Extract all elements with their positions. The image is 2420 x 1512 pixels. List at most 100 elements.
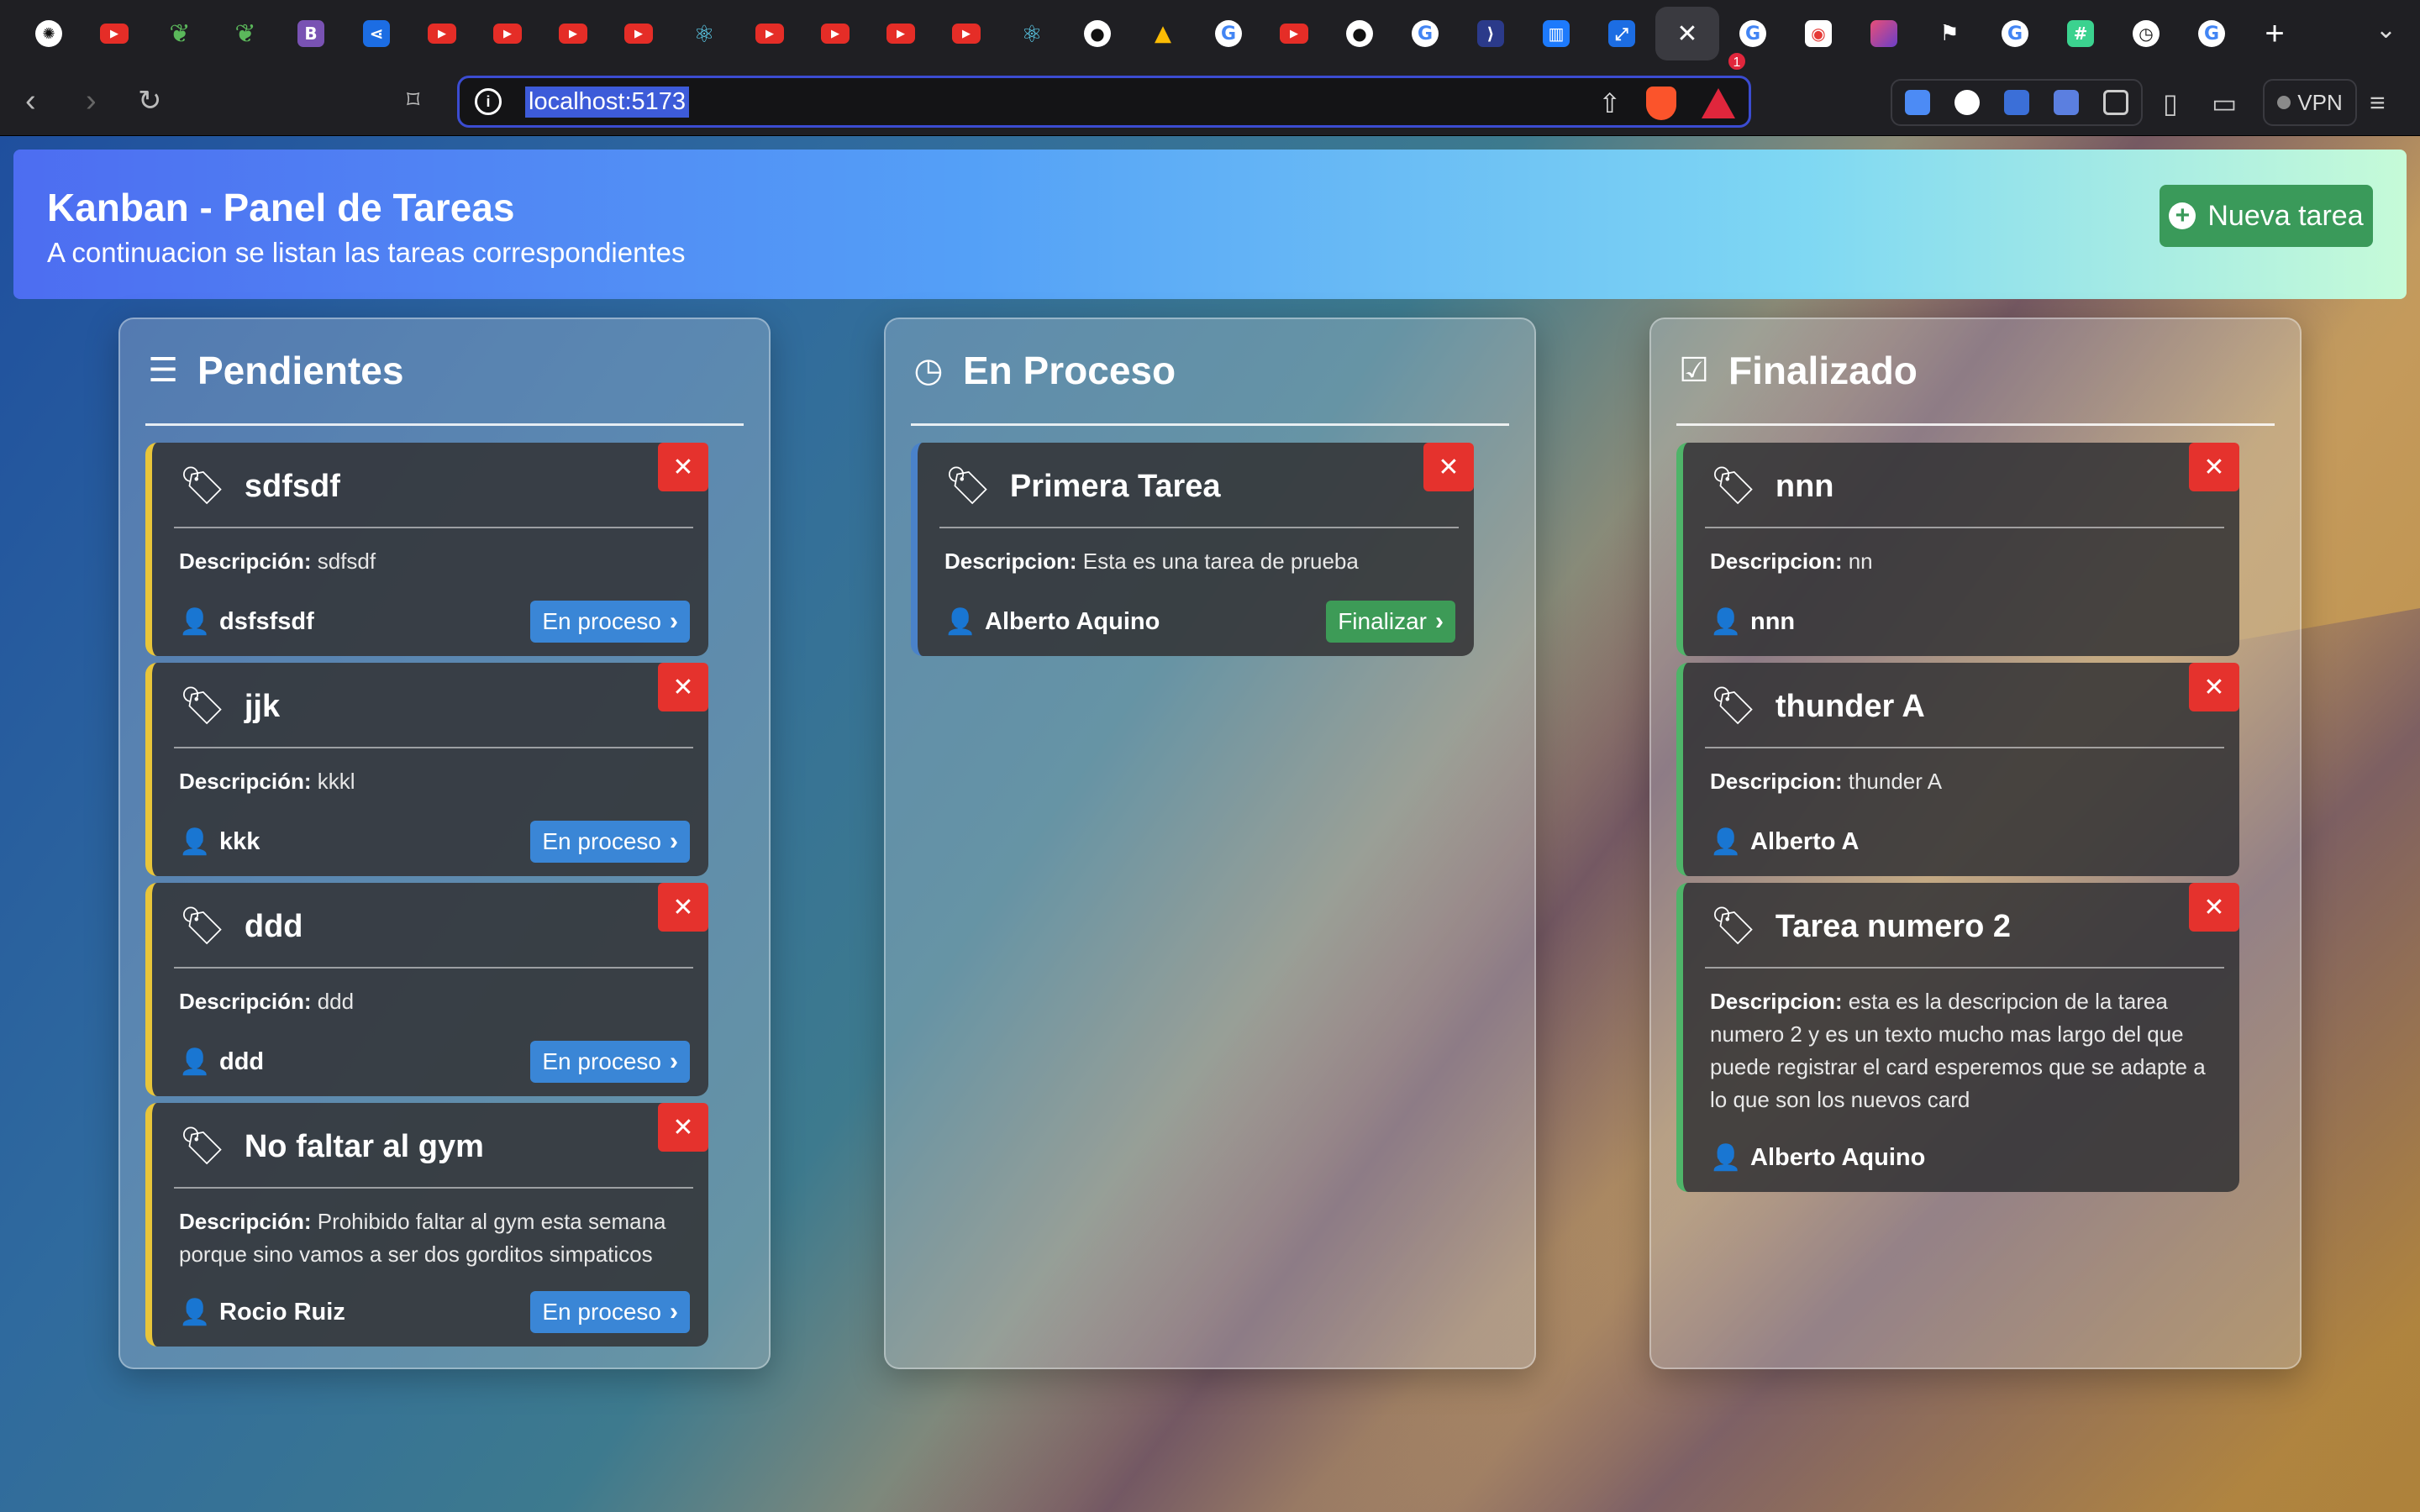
delete-task-button[interactable]: ✕ — [658, 883, 708, 932]
google-drive-icon: ▲ — [1155, 21, 1171, 46]
brave-rewards-icon[interactable]: 1 — [1702, 51, 1747, 118]
delete-task-button[interactable]: ✕ — [2189, 883, 2239, 932]
share-icon[interactable]: ⇧ — [1598, 87, 1621, 119]
wallet-icon[interactable]: ▭ — [2212, 87, 2237, 119]
move-to-in-progress-button[interactable]: En proceso › — [530, 821, 690, 863]
browser-tab[interactable]: G — [1983, 7, 2047, 60]
task-card: ✕ 🏷 No faltar al gym Descripción: Prohibido… — [145, 1103, 708, 1347]
user-icon: 👤 — [179, 607, 211, 636]
browser-tab[interactable]: # — [2049, 7, 2112, 60]
browser-tab[interactable]: ● — [1328, 7, 1392, 60]
delete-task-button[interactable]: ✕ — [658, 663, 708, 711]
finalize-button[interactable]: Finalizar › — [1326, 601, 1455, 643]
browser-tab[interactable]: ● — [1065, 7, 1129, 60]
new-tab-button[interactable]: + — [2245, 15, 2304, 53]
browser-tab[interactable]: ❦ — [148, 7, 212, 60]
browser-tab[interactable]: ▶ — [476, 7, 539, 60]
browser-tab[interactable]: B — [279, 7, 343, 60]
browser-tab[interactable]: ⚑ — [1918, 7, 1981, 60]
trello-icon: ▥ — [1543, 20, 1570, 47]
delete-task-button[interactable]: ✕ — [658, 1103, 708, 1152]
task-assignee: Alberto Aquino — [985, 607, 1160, 635]
browser-tab[interactable]: ▲ — [1131, 7, 1195, 60]
close-icon[interactable]: ✕ — [1676, 19, 1697, 49]
browser-tab[interactable]: ▶ — [934, 7, 998, 60]
browser-tab[interactable]: ▥ — [1524, 7, 1588, 60]
column-header: ☰ Pendientes — [145, 348, 403, 393]
reload-icon[interactable]: ↻ — [138, 84, 162, 118]
browser-tab[interactable]: ▶ — [738, 7, 802, 60]
task-description: Descripcion: nn — [1710, 545, 2206, 578]
browser-tab[interactable]: ▶ — [410, 7, 474, 60]
browser-tab[interactable]: ✕ — [1655, 7, 1719, 60]
task-header: 🏷 Tarea numero 2 — [1710, 908, 2011, 945]
bookmark-icon[interactable]: ⌑ — [407, 84, 419, 118]
move-to-in-progress-button[interactable]: En proceso › — [530, 601, 690, 643]
extension-screenshot-icon[interactable] — [2003, 90, 2029, 115]
tags-icon: 🏷 — [944, 465, 992, 507]
youtube-icon: ▶ — [821, 24, 850, 44]
browser-tab[interactable]: ⟩ — [1459, 7, 1523, 60]
tags-icon: 🏷 — [179, 685, 226, 727]
browser-tab[interactable]: ▶ — [607, 7, 671, 60]
gradient-app-icon — [1870, 20, 1897, 47]
move-to-in-progress-button[interactable]: En proceso › — [530, 1291, 690, 1333]
browser-tab[interactable]: G — [1393, 7, 1457, 60]
menu-icon[interactable]: ≡ — [2370, 87, 2386, 118]
forward-arrow-icon[interactable]: › — [86, 84, 97, 118]
brave-shields-icon[interactable] — [1646, 87, 1676, 120]
extension-circle-icon[interactable] — [1954, 90, 1980, 115]
browser-tab[interactable]: ▶ — [869, 7, 933, 60]
browser-tab[interactable]: ⚛ — [672, 7, 736, 60]
task-description: Descripción: sdfsdf — [179, 545, 675, 578]
url-text[interactable]: localhost:5173 — [525, 86, 690, 118]
task-assignee: Rocio Ruiz — [219, 1298, 345, 1326]
vpn-button[interactable]: VPN — [2263, 79, 2357, 126]
task-title: ddd — [244, 908, 303, 944]
column-divider — [911, 423, 1509, 426]
browser-tab[interactable]: ▶ — [1262, 7, 1326, 60]
browser-tab[interactable]: G — [2180, 7, 2244, 60]
link-icon: ⤢ — [1608, 20, 1635, 47]
move-button-label: En proceso — [542, 828, 661, 854]
move-to-in-progress-button[interactable]: En proceso › — [530, 1041, 690, 1083]
extension-fi-icon[interactable] — [2054, 90, 2080, 115]
browser-tab[interactable]: ⤢ — [1590, 7, 1654, 60]
extension-doc-icon[interactable] — [1904, 90, 1930, 115]
description-label: Descripción: — [179, 1209, 312, 1234]
tags-icon: 🏷 — [179, 465, 226, 507]
browser-tab[interactable]: ◷ — [2114, 7, 2178, 60]
browser-tab[interactable]: ▶ — [541, 7, 605, 60]
google-icon: G — [1215, 20, 1242, 47]
browser-tab[interactable]: ✺ — [17, 7, 81, 60]
tab-list-chevron-icon[interactable]: ⌄ — [2375, 15, 2396, 45]
task-footer: 👤 Alberto A — [1710, 821, 2221, 863]
sidebar-icon[interactable]: ▯ — [2163, 87, 2178, 119]
task-header: 🏷 nnn — [1710, 468, 1834, 505]
browser-tab[interactable]: ❦ — [213, 7, 277, 60]
column-title: En Proceso — [963, 349, 1176, 392]
column-divider — [1676, 423, 2275, 426]
browser-tab[interactable]: G — [1197, 7, 1260, 60]
address-bar[interactable]: i localhost:5173 ⇧ 1 — [457, 51, 1751, 128]
site-info-icon[interactable]: i — [475, 88, 502, 115]
back-arrow-icon[interactable]: ‹ — [25, 84, 36, 118]
browser-tab[interactable] — [1852, 7, 1916, 60]
column-divider — [145, 423, 744, 426]
browser-tab[interactable]: ▶ — [803, 7, 867, 60]
task-footer: 👤 kkk En proceso › — [179, 821, 690, 863]
extensions-puzzle-icon[interactable] — [2103, 90, 2129, 115]
browser-tab[interactable]: ⋖ — [345, 7, 408, 60]
delete-task-button[interactable]: ✕ — [2189, 663, 2239, 711]
description-text: sdfsdf — [311, 549, 376, 574]
delete-task-button[interactable]: ✕ — [2189, 443, 2239, 491]
browser-tab[interactable]: ◉ — [1786, 7, 1850, 60]
delete-task-button[interactable]: ✕ — [658, 443, 708, 491]
description-label: Descripción: — [179, 549, 312, 574]
youtube-icon: ▶ — [428, 24, 456, 44]
new-task-button[interactable]: + Nueva tarea — [2160, 185, 2373, 247]
browser-tab[interactable]: ⚛ — [1000, 7, 1064, 60]
task-divider — [174, 527, 693, 528]
delete-task-button[interactable]: ✕ — [1423, 443, 1474, 491]
browser-tab[interactable]: ▶ — [82, 7, 146, 60]
